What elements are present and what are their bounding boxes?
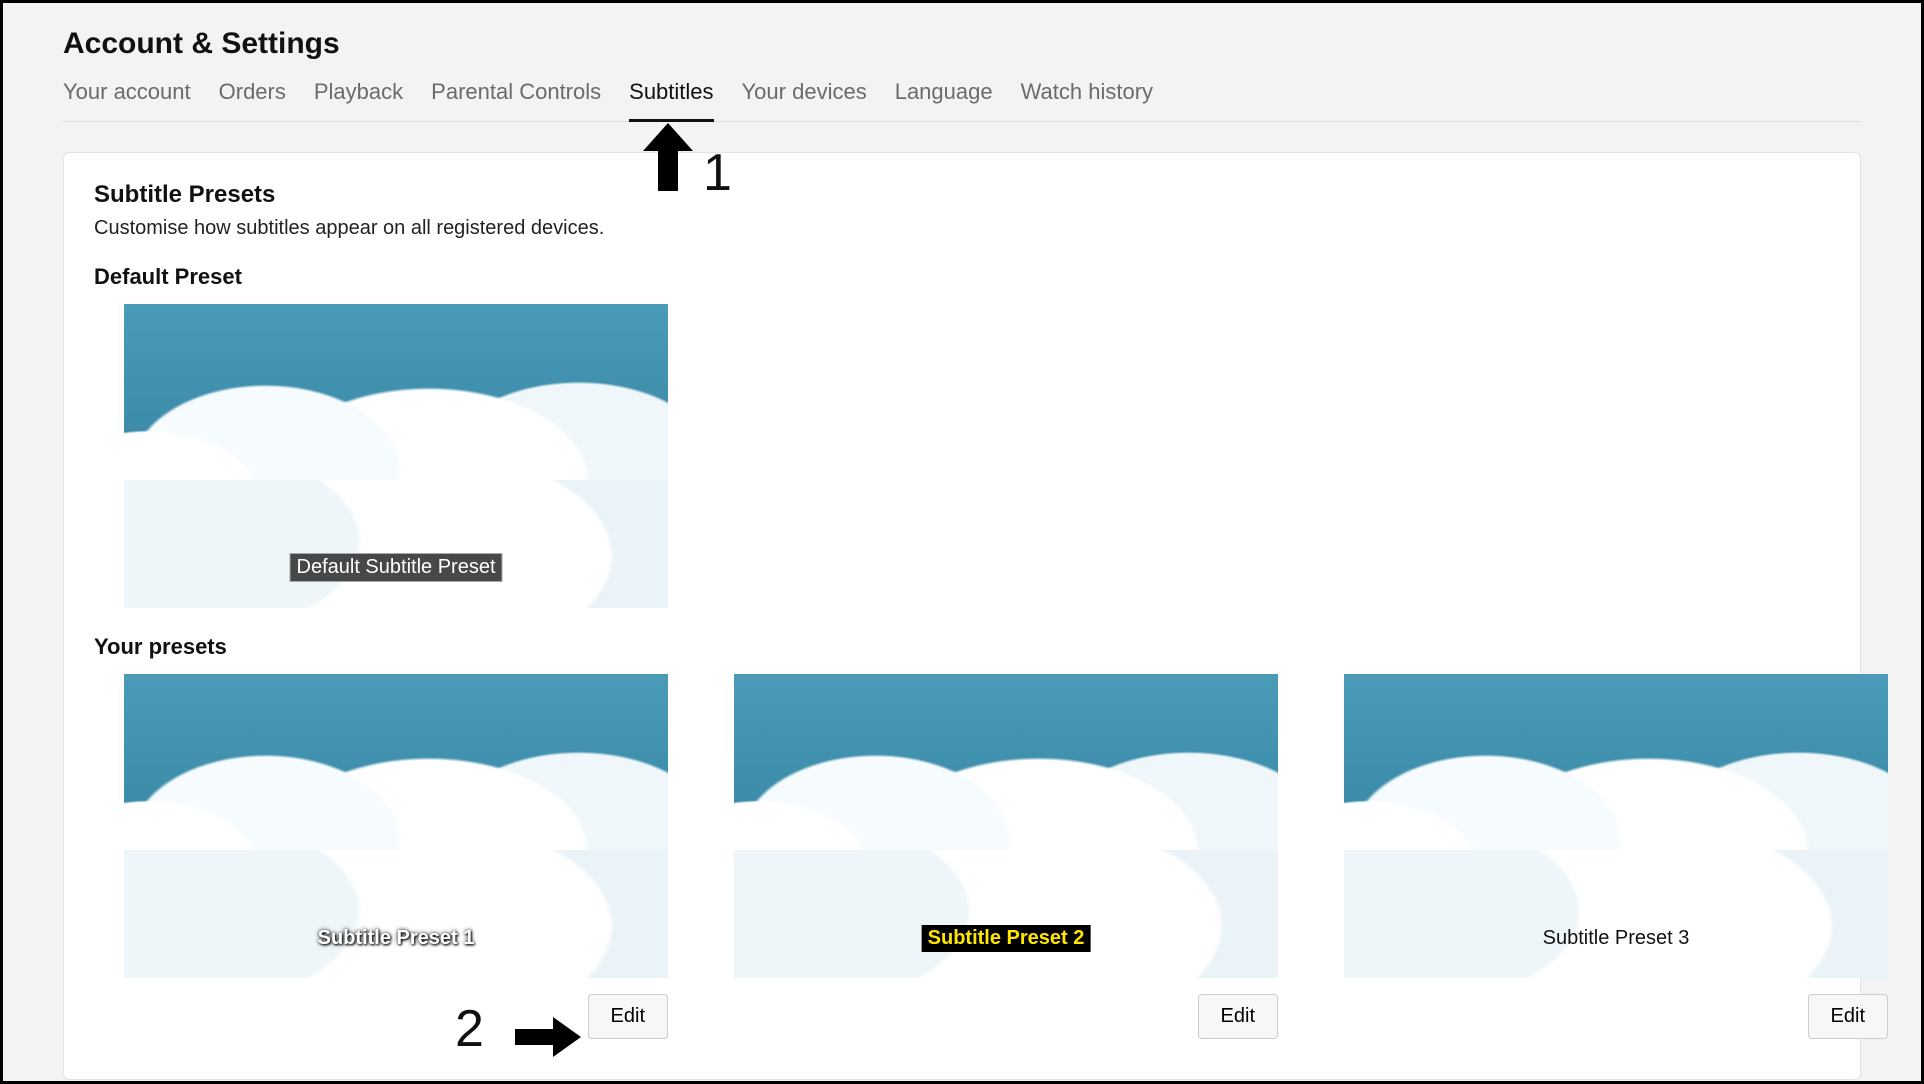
page-title: Account & Settings xyxy=(63,27,1861,61)
subtitles-panel: Subtitle Presets Customise how subtitles… xyxy=(63,152,1861,1080)
preset-3-preview[interactable]: Subtitle Preset 3 xyxy=(1344,674,1888,978)
preset-2-caption: Subtitle Preset 2 xyxy=(922,925,1091,952)
default-preset-heading: Default Preset xyxy=(94,264,1830,290)
preset-2-edit-button[interactable]: Edit xyxy=(1198,994,1278,1039)
tab-language[interactable]: Language xyxy=(895,75,993,121)
default-preset-card: Default Subtitle Preset xyxy=(94,304,668,608)
preset-3-caption: Subtitle Preset 3 xyxy=(1537,925,1696,952)
tab-parental-controls[interactable]: Parental Controls xyxy=(431,75,601,121)
tab-playback[interactable]: Playback xyxy=(314,75,403,121)
preset-2-card: Subtitle Preset 2 Edit xyxy=(704,674,1278,1039)
default-preset-caption: Default Subtitle Preset xyxy=(290,553,503,582)
tab-orders[interactable]: Orders xyxy=(219,75,286,121)
preset-1-edit-button[interactable]: Edit xyxy=(588,994,668,1039)
tab-subtitles[interactable]: Subtitles xyxy=(629,75,713,122)
subtitle-presets-description: Customise how subtitles appear on all re… xyxy=(94,217,1830,240)
preset-3-edit-button[interactable]: Edit xyxy=(1808,994,1888,1039)
subtitle-presets-heading: Subtitle Presets xyxy=(94,181,1830,209)
preset-2-preview[interactable]: Subtitle Preset 2 xyxy=(734,674,1278,978)
preset-1-card: Subtitle Preset 1 Edit xyxy=(94,674,668,1039)
preset-1-preview[interactable]: Subtitle Preset 1 xyxy=(124,674,668,978)
preset-1-caption: Subtitle Preset 1 xyxy=(312,925,481,952)
your-presets-heading: Your presets xyxy=(94,634,1830,660)
default-preset-preview[interactable]: Default Subtitle Preset xyxy=(124,304,668,608)
settings-tabs: Your account Orders Playback Parental Co… xyxy=(63,75,1861,122)
tab-your-devices[interactable]: Your devices xyxy=(742,75,867,121)
tab-watch-history[interactable]: Watch history xyxy=(1021,75,1153,121)
tab-your-account[interactable]: Your account xyxy=(63,75,191,121)
preset-3-card: Subtitle Preset 3 Edit xyxy=(1314,674,1888,1039)
